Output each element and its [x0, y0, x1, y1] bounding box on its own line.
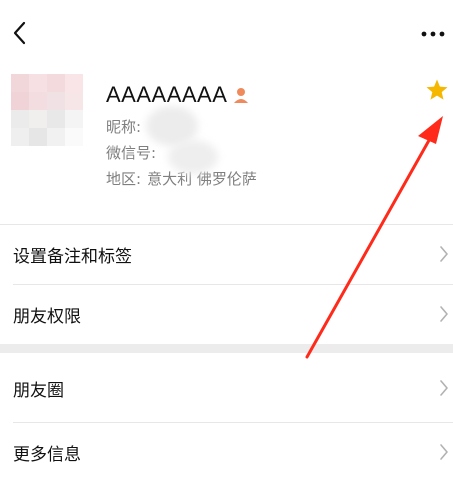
- chevron-left-icon[interactable]: [8, 18, 32, 48]
- wechat-id-line: 微信号:: [106, 142, 156, 163]
- redaction-blur: [168, 140, 218, 174]
- contact-name: AAAAAAAA: [106, 82, 228, 107]
- top-bar: [0, 0, 453, 66]
- chevron-right-icon: [440, 444, 448, 460]
- star-icon[interactable]: [425, 78, 449, 102]
- avatar[interactable]: [11, 74, 83, 146]
- ellipsis-icon[interactable]: [419, 24, 447, 44]
- friend-permissions-row[interactable]: 朋友权限: [0, 284, 453, 344]
- friend-permissions-label: 朋友权限: [13, 306, 81, 327]
- region-label: 地区:: [106, 170, 142, 188]
- person-icon: [234, 88, 249, 103]
- profile-header: AAAAAAAA 昵称: 微信号: 地区: 意大利 佛罗伦萨: [0, 66, 453, 224]
- wechat-id-label: 微信号:: [106, 144, 157, 162]
- chevron-right-icon: [440, 246, 448, 262]
- section-gap: [0, 344, 453, 353]
- remark-and-tags-row[interactable]: 设置备注和标签: [0, 224, 453, 284]
- more-info-row[interactable]: 更多信息: [0, 422, 453, 482]
- more-info-label: 更多信息: [13, 444, 81, 465]
- nickname-label: 昵称:: [106, 118, 142, 136]
- chevron-right-icon: [440, 306, 448, 322]
- moments-row[interactable]: 朋友圈: [0, 358, 453, 418]
- nickname-line: 昵称:: [106, 116, 141, 137]
- remark-and-tags-label: 设置备注和标签: [13, 246, 132, 267]
- chevron-right-icon: [440, 380, 448, 396]
- moments-label: 朋友圈: [13, 380, 64, 401]
